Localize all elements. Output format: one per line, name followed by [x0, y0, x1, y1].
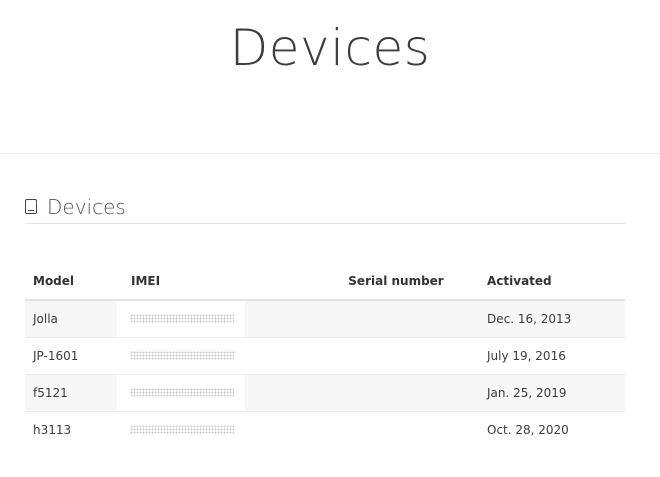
column-header-serial: Serial number: [313, 262, 479, 301]
model-cell: h3113: [25, 410, 123, 448]
column-header-imei: IMEI: [123, 262, 313, 301]
activated-cell: July 19, 2016: [479, 336, 625, 374]
table-row: Jolla Dec. 16, 2013: [25, 300, 625, 337]
activated-cell: Jan. 25, 2019: [479, 373, 625, 411]
devices-table: Model IMEI Serial number Activated Jolla…: [25, 262, 625, 448]
devices-section: Devices: [25, 190, 625, 224]
table-row: h3113 Oct. 28, 2020: [25, 410, 625, 448]
column-header-model: Model: [25, 262, 123, 301]
model-cell: JP-1601: [25, 336, 123, 374]
imei-redaction: [117, 301, 245, 337]
table-row: f5121 Jan. 25, 2019: [25, 373, 625, 411]
tablet-icon: [25, 199, 37, 214]
model-cell: f5121: [25, 373, 123, 411]
activated-cell: Dec. 16, 2013: [479, 300, 625, 337]
serial-cell: [313, 336, 479, 374]
activated-cell: Oct. 28, 2020: [479, 410, 625, 448]
section-title: Devices: [47, 194, 126, 219]
imei-redaction: [117, 411, 245, 448]
imei-redaction: [117, 337, 245, 374]
imei-cell: [117, 336, 313, 374]
imei-redaction: [117, 374, 245, 411]
serial-cell: [313, 300, 479, 337]
page-title: Devices: [229, 19, 431, 77]
column-header-activated: Activated: [479, 262, 625, 301]
section-heading: Devices: [25, 190, 625, 224]
imei-cell: [117, 410, 313, 448]
imei-cell: [117, 373, 313, 411]
imei-cell: [117, 300, 313, 337]
model-cell: Jolla: [25, 300, 123, 337]
page-header: Devices: [0, 0, 660, 154]
table-header-row: Model IMEI Serial number Activated: [25, 262, 625, 301]
serial-cell: [313, 373, 479, 411]
table-row: JP-1601 July 19, 2016: [25, 336, 625, 374]
serial-cell: [313, 410, 479, 448]
